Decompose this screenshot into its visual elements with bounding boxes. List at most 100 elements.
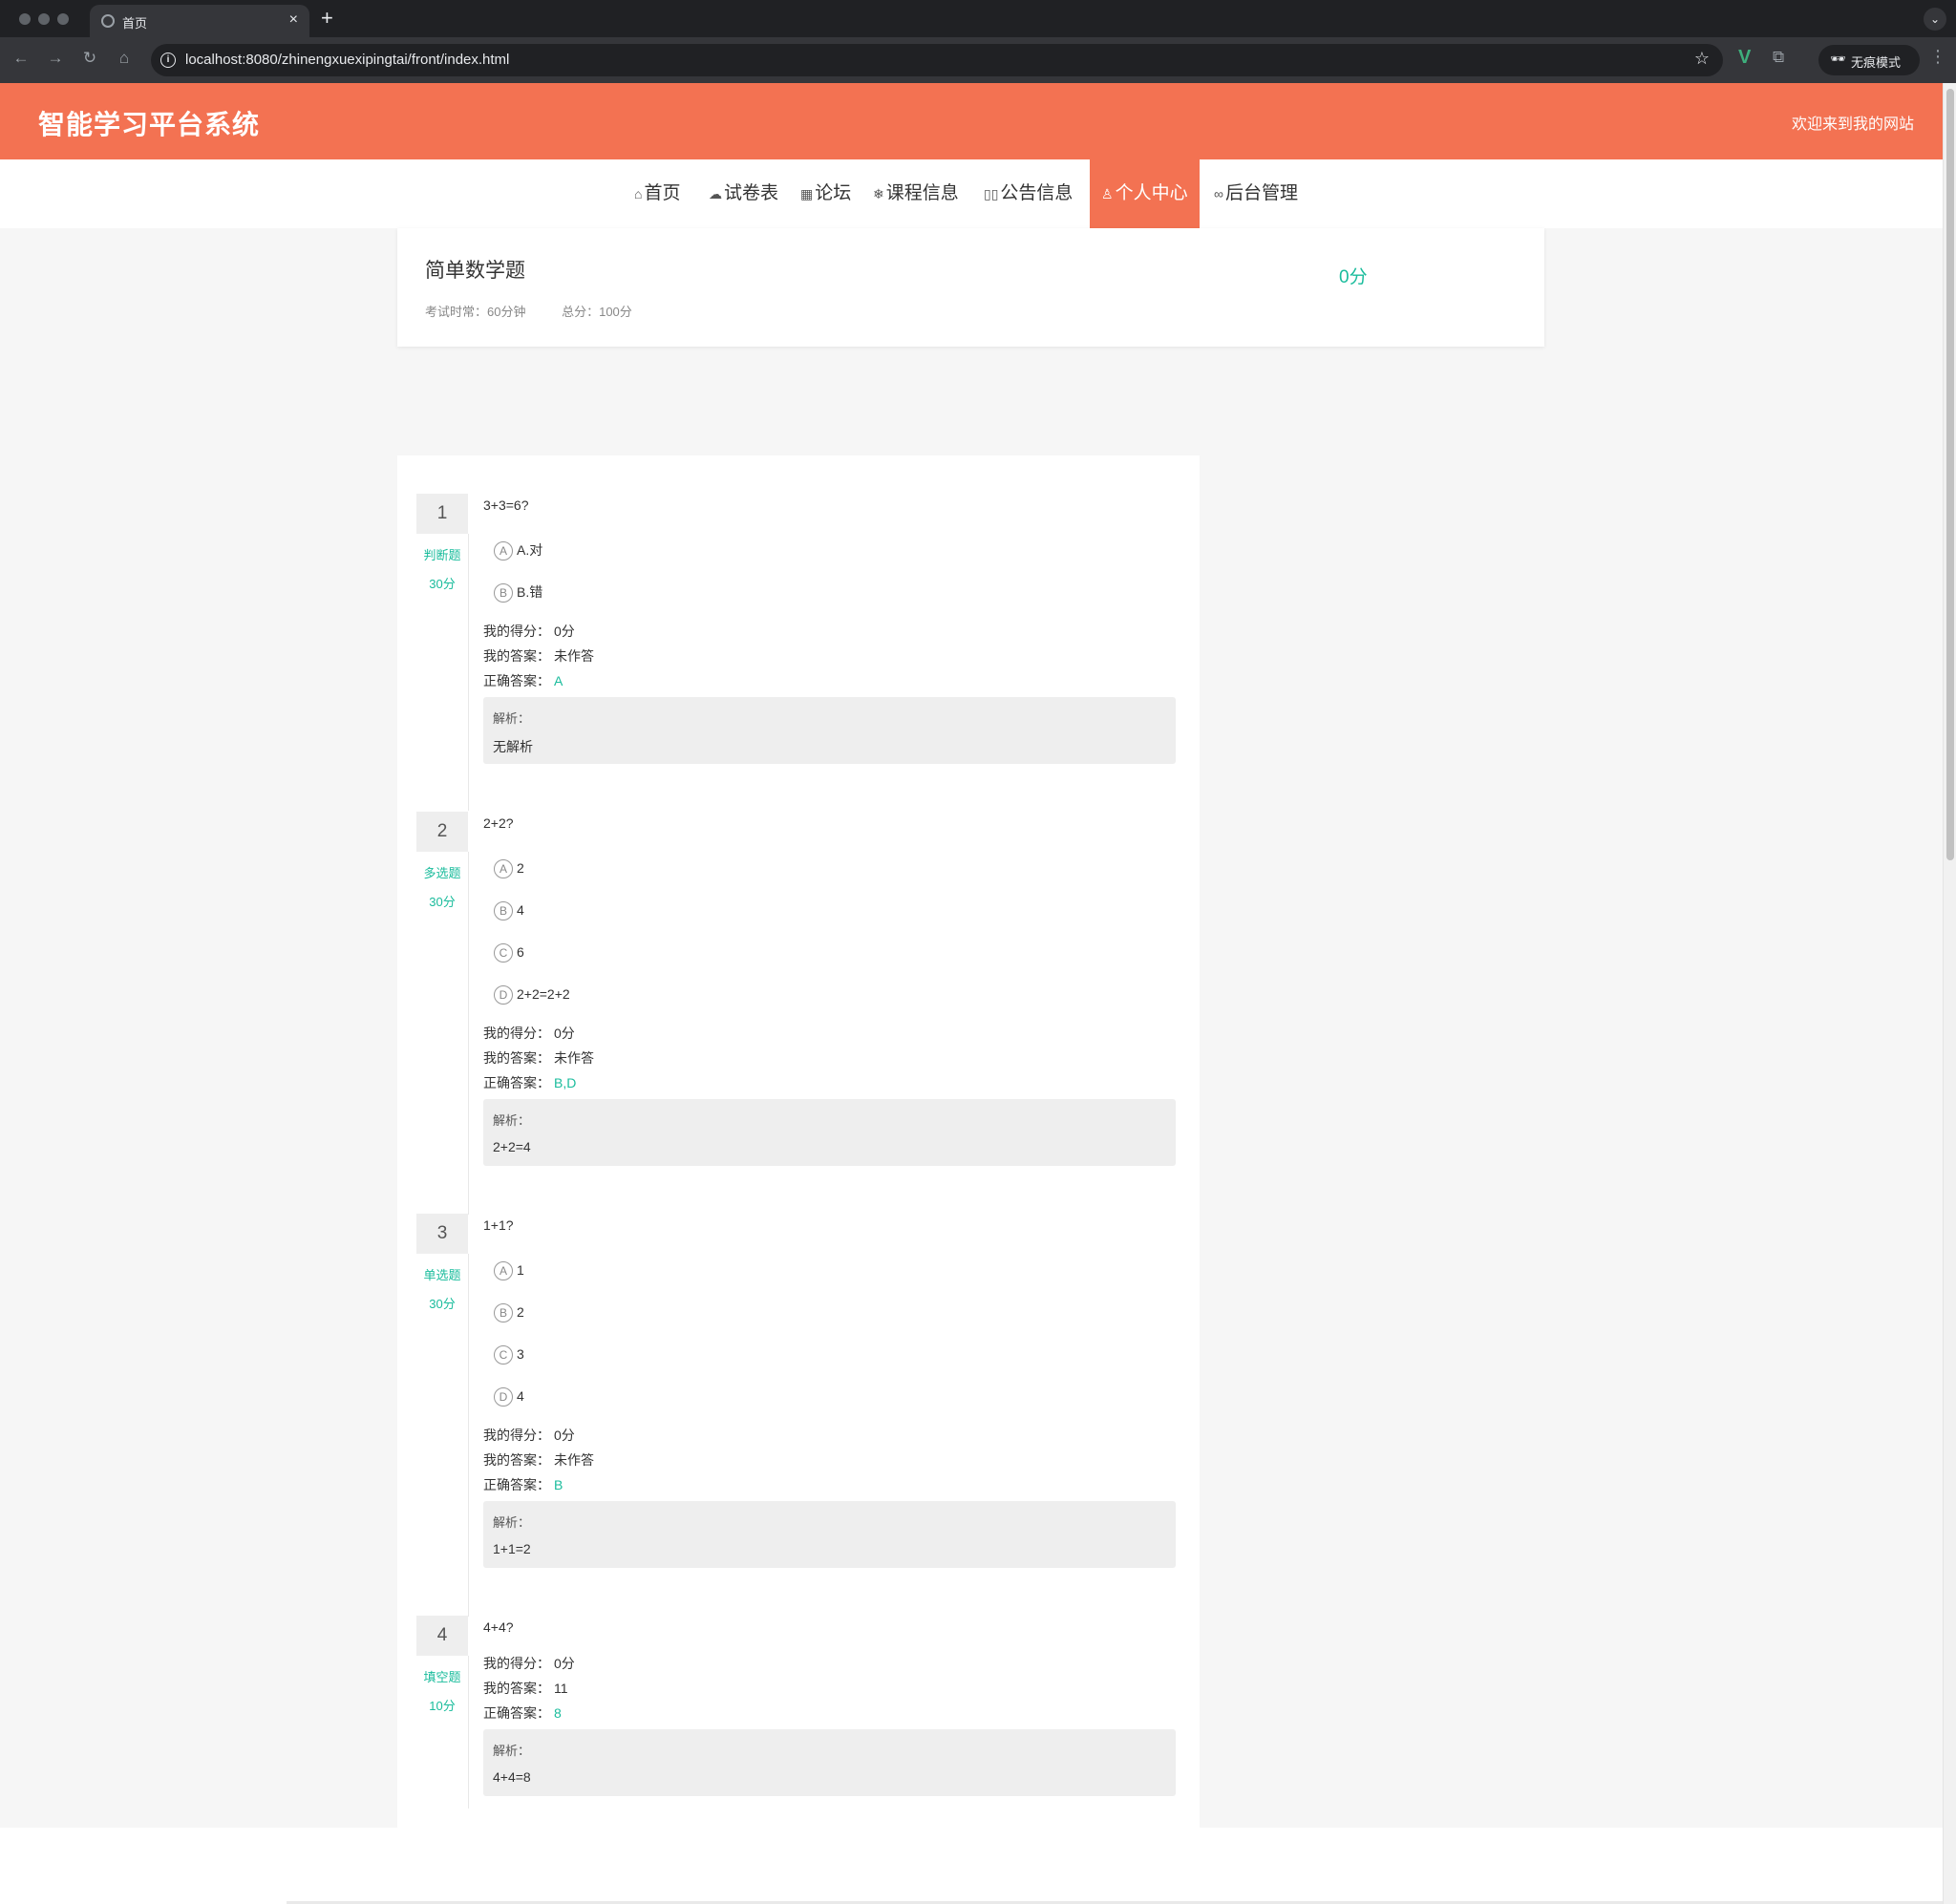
my-answer-label: 我的答案： [483, 1681, 550, 1696]
option-c[interactable]: C3 [494, 1343, 524, 1365]
correct-answer-label: 正确答案： [483, 1477, 550, 1492]
my-score-row: 我的得分： 0分 [483, 1024, 575, 1043]
analysis-box: 解析： 2+2=4 [483, 1099, 1176, 1166]
my-score-value: 0分 [554, 1656, 575, 1671]
my-answer-label: 我的答案： [483, 1050, 550, 1066]
option-b[interactable]: B2 [494, 1301, 524, 1323]
correct-answer-label: 正确答案： [483, 1075, 550, 1090]
option-c[interactable]: C6 [494, 941, 524, 963]
address-bar[interactable]: i localhost:8080/zhinengxuexipingtai/fro… [151, 44, 1723, 76]
question-text: 2+2? [483, 815, 514, 831]
nav-item-admin[interactable]: ∞ 后台管理 [1214, 159, 1298, 228]
option-letter: A [494, 541, 513, 561]
extensions-icon[interactable]: ⧉ [1773, 48, 1784, 67]
nav-item-label: 公告信息 [1000, 183, 1074, 203]
browser-tab-bar: 首页 × + ⌄ [0, 0, 1956, 37]
window-close-dot[interactable] [19, 13, 31, 25]
vue-devtools-icon[interactable]: V [1738, 47, 1751, 69]
option-letter: D [494, 1387, 513, 1407]
my-answer-row: 我的答案： 未作答 [483, 1048, 594, 1068]
question-number: 3 [416, 1214, 468, 1254]
nav-item-announcements[interactable]: ▯▯ 公告信息 [984, 159, 1073, 228]
new-tab-icon[interactable]: + [321, 6, 333, 31]
user-icon: ♙ [1101, 186, 1114, 201]
exam-total-score: 总分：100分 [562, 305, 632, 319]
back-icon[interactable]: ← [10, 49, 32, 68]
nav-item-courses[interactable]: ❄ 课程信息 [873, 159, 959, 228]
analysis-label: 解析： [493, 1515, 531, 1530]
my-answer-value: 未作答 [554, 648, 594, 664]
option-a[interactable]: A2 [494, 857, 524, 879]
analysis-text: 4+4=8 [493, 1769, 531, 1785]
close-icon[interactable]: × [289, 11, 298, 29]
page-scrollbar[interactable] [1943, 83, 1956, 1904]
palette-icon: ☁ [709, 186, 722, 201]
forward-icon[interactable]: → [44, 49, 67, 68]
exam-duration: 考试时常：60分钟 [425, 305, 526, 319]
option-d[interactable]: D 2+2=2+2 [494, 984, 570, 1005]
analysis-box: 解析： 1+1=2 [483, 1501, 1176, 1568]
question-text: 3+3=6? [483, 497, 529, 513]
my-score-row: 我的得分： 0分 [483, 1654, 575, 1673]
my-score-row: 我的得分： 0分 [483, 1426, 575, 1445]
nav-item-exam-papers[interactable]: ☁ 试卷表 [709, 159, 778, 228]
nav-item-forum[interactable]: ▦ 论坛 [800, 159, 851, 228]
option-b[interactable]: B4 [494, 899, 524, 921]
nav-item-label: 后台管理 [1224, 183, 1298, 203]
window-zoom-dot[interactable] [57, 13, 69, 25]
option-text: 1 [517, 1262, 524, 1278]
url-text[interactable]: localhost:8080/zhinengxuexipingtai/front… [185, 52, 509, 68]
info-icon[interactable]: i [160, 53, 176, 68]
nav-item-label: 首页 [644, 183, 681, 203]
menu-icon[interactable]: ⋮ [1929, 47, 1946, 67]
analysis-text: 2+2=4 [493, 1139, 531, 1154]
tab-search-chevron-icon[interactable]: ⌄ [1924, 8, 1946, 31]
analysis-text: 无解析 [493, 739, 533, 754]
snowflake-icon: ❄ [873, 186, 884, 201]
option-letter: A [494, 859, 513, 879]
site-header: 智能学习平台系统 欢迎来到我的网站 [0, 83, 1943, 159]
scrollbar-thumb[interactable] [1946, 89, 1954, 860]
question-divider [468, 852, 469, 1215]
browser-tab[interactable]: 首页 × [90, 5, 309, 37]
page-viewport: 智能学习平台系统 欢迎来到我的网站 ⌂ 首页 ☁ 试卷表 ▦ 论坛 ❄ 课程信息 ▯▯ 公… [0, 83, 1943, 1904]
correct-answer-row: 正确答案： 8 [483, 1703, 562, 1723]
option-a[interactable]: A1 [494, 1259, 524, 1281]
my-score-label: 我的得分： [483, 1428, 550, 1443]
home-icon: ⌂ [634, 186, 643, 201]
exam-result-score: 0分 [1339, 267, 1368, 287]
reload-icon[interactable]: ↻ [78, 49, 101, 68]
my-answer-label: 我的答案： [483, 1452, 550, 1468]
option-d[interactable]: D4 [494, 1386, 524, 1407]
my-answer-label: 我的答案： [483, 648, 550, 664]
incognito-badge[interactable]: 🕶 无痕模式 [1818, 45, 1920, 75]
exam-meta: 考试时常：60分钟 总分：100分 [425, 302, 665, 320]
correct-answer-row: 正确答案： B [483, 1475, 563, 1494]
correct-answer-value: B [554, 1477, 563, 1492]
question-divider [468, 1254, 469, 1617]
correct-answer-value: A [554, 673, 563, 688]
option-letter: B [494, 1303, 513, 1323]
home-icon[interactable]: ⌂ [113, 49, 136, 68]
option-text: B.错 [517, 584, 543, 600]
browser-toolbar: ← → ↻ ⌂ i localhost:8080/zhinengxuexipin… [0, 37, 1956, 83]
my-score-row: 我的得分： 0分 [483, 622, 575, 641]
my-score-value: 0分 [554, 624, 575, 639]
nav-item-personal-center[interactable]: ♙ 个人中心 [1090, 159, 1200, 228]
star-icon[interactable]: ☆ [1694, 49, 1710, 69]
question-type: 多选题 [423, 866, 461, 880]
my-answer-value: 未作答 [554, 1452, 594, 1468]
question-points: 30分 [429, 577, 456, 591]
link-icon: ∞ [1214, 186, 1223, 201]
my-score-label: 我的得分： [483, 624, 550, 639]
window-minimize-dot[interactable] [38, 13, 50, 25]
option-letter: D [494, 985, 513, 1005]
analysis-label: 解析： [493, 711, 531, 726]
question-type: 单选题 [423, 1268, 461, 1282]
question-type: 填空题 [423, 1670, 461, 1684]
question-text: 1+1? [483, 1217, 514, 1233]
nav-item-home[interactable]: ⌂ 首页 [634, 159, 680, 228]
option-a[interactable]: A A.对 [494, 539, 542, 561]
question-number: 4 [416, 1616, 468, 1656]
option-b[interactable]: B B.错 [494, 582, 542, 603]
